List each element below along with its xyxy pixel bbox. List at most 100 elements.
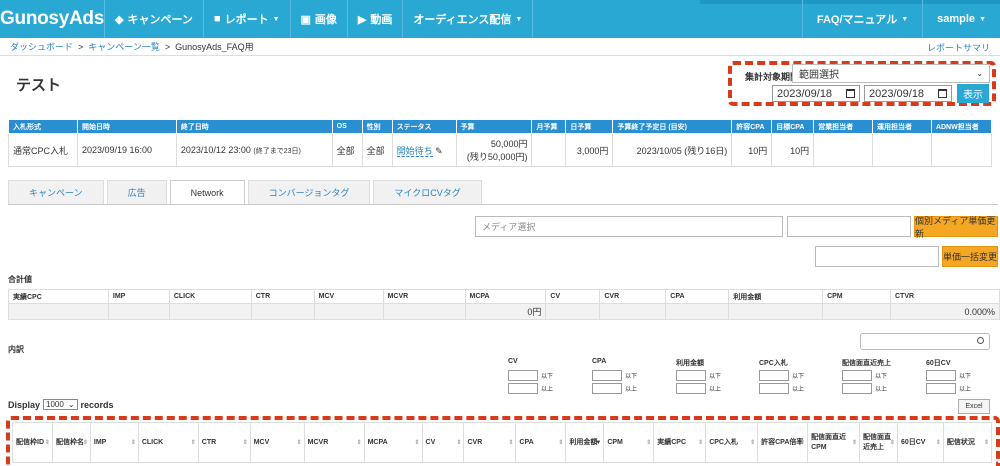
sortable-column-header[interactable]: CVR ⇕	[463, 422, 517, 463]
excel-button[interactable]: Excel	[958, 399, 990, 414]
filter-60day-cv-max-input[interactable]	[926, 370, 956, 381]
sales-rep	[813, 133, 874, 167]
media-select-input[interactable]: メディア選択	[475, 216, 783, 237]
date-from-input[interactable]: 2023/09/18	[772, 85, 860, 102]
search-input[interactable]	[860, 333, 990, 350]
tab-bar: キャンペーン 広告 Network コンバージョンタグ マイクロCVタグ	[8, 180, 482, 204]
bulk-price-change-button[interactable]: 単価一括変更	[942, 246, 998, 267]
sortable-column-header[interactable]: MCV ⇕	[249, 422, 305, 463]
sort-icon: ⇕	[889, 440, 895, 446]
column-header: 性別	[361, 119, 393, 134]
nav-image[interactable]: ▣ 画像	[291, 0, 348, 38]
sortable-column-header[interactable]: 配信枠名 ⇕	[51, 422, 91, 463]
nav-video[interactable]: ▶ 動画	[348, 0, 404, 38]
filter-spend-min-input[interactable]	[676, 383, 706, 394]
sort-icon: ⇕	[130, 440, 136, 446]
filter-cpa-max-input[interactable]	[592, 370, 622, 381]
column-header: CTVR	[890, 289, 1000, 304]
column-header: CLICK	[168, 289, 252, 304]
campaign-info-table: 入札形式 開始日時 終了日時 OS 性別 ステータス 予算 月予算 日予算 予算…	[8, 119, 993, 167]
ops-rep	[872, 133, 932, 167]
sortable-column-header[interactable]: 60日CV ⇕	[896, 422, 944, 463]
nav-user[interactable]: sample ▼	[922, 0, 1000, 38]
total-cell	[168, 303, 252, 320]
breadcrumb-separator: >	[78, 41, 84, 52]
sortable-column-header[interactable]: CLICK ⇕	[137, 422, 199, 463]
status-link[interactable]: 開始待ち	[396, 145, 433, 157]
total-cell	[107, 303, 170, 320]
filter-cv-max-input[interactable]	[508, 370, 538, 381]
nav-faq[interactable]: FAQ/マニュアル ▼	[801, 0, 922, 38]
column-header: MCV	[313, 289, 384, 304]
caret-down-icon: ▼	[901, 15, 909, 23]
sort-icon: ▼	[595, 440, 602, 446]
filter-cpc-bid-min-input[interactable]	[759, 383, 789, 394]
sort-icon: ⇕	[82, 440, 88, 446]
table-row: 0円 0.000%	[8, 303, 1000, 320]
nav-campaign[interactable]: ◆ キャンペーン	[105, 0, 204, 38]
filter-60day-cv-min-input[interactable]	[926, 383, 956, 394]
filter-cv: CV 以下 以上	[508, 358, 554, 394]
tab-ad[interactable]: 広告	[106, 180, 167, 204]
breadcrumb-dashboard[interactable]: ダッシュボード	[10, 40, 73, 53]
sortable-column-header[interactable]: 配信面直近CPM ⇕	[807, 422, 860, 463]
sortable-column-header[interactable]: MCVR ⇕	[303, 422, 365, 463]
total-cell	[822, 303, 891, 320]
tab-micro-cv-tag[interactable]: マイクロCVタグ	[373, 180, 482, 204]
sortable-column-header[interactable]: 利用金額 ▼	[565, 422, 605, 463]
filter-cpa: CPA 以下 以上	[592, 358, 638, 394]
sortable-column-header[interactable]: CTR ⇕	[197, 422, 251, 463]
sort-icon: ⇕	[750, 440, 756, 446]
filter-recent-sales-min-input[interactable]	[842, 383, 872, 394]
allowed-cpa: 10円	[731, 133, 773, 167]
sortable-column-header[interactable]: CPC入札 ⇕	[705, 422, 759, 463]
filter-spend-max-input[interactable]	[676, 370, 706, 381]
calendar-icon[interactable]	[938, 89, 947, 98]
sortable-column-header[interactable]: 許容CPA倍率 ⇕	[757, 422, 809, 463]
records-select[interactable]: 1000 ⌄	[43, 399, 78, 410]
unit-price-input[interactable]	[787, 216, 911, 237]
sortable-column-header[interactable]: MCPA ⇕	[363, 422, 423, 463]
nav-report[interactable]: ■ レポート ▼	[204, 0, 291, 38]
filter-recent-sales-max-input[interactable]	[842, 370, 872, 381]
period-select[interactable]: 範囲選択 ⌄	[792, 64, 990, 83]
sortable-column-header[interactable]: IMP ⇕	[89, 422, 139, 463]
sortable-column-header[interactable]: CV ⇕	[421, 422, 465, 463]
breadcrumb-campaign-list[interactable]: キャンペーン一覧	[88, 40, 160, 53]
tab-campaign[interactable]: キャンペーン	[8, 180, 104, 204]
total-cell: 0.000%	[890, 303, 1000, 320]
video-icon: ▶	[357, 13, 367, 26]
tab-conversion-tag[interactable]: コンバージョンタグ	[247, 180, 371, 204]
column-header: 予算終了予定日 (目安)	[612, 119, 733, 134]
show-button[interactable]: 表示	[957, 84, 989, 103]
logo[interactable]: GunosyAds	[0, 0, 105, 38]
column-header: 目標CPA	[771, 119, 815, 134]
sort-icon: ⇕	[646, 440, 652, 446]
breadcrumb-separator: >	[164, 41, 171, 52]
date-to-input[interactable]: 2023/09/18	[864, 85, 952, 102]
chart-icon: ■	[213, 13, 221, 25]
pencil-icon[interactable]: ✎	[435, 146, 443, 156]
sortable-column-header[interactable]: 配信状況 ⇕	[942, 422, 993, 463]
sortable-column-header[interactable]: CPA ⇕	[515, 422, 567, 463]
filter-cpc-bid: CPC入札 以下 以上	[759, 360, 805, 394]
sortable-column-header[interactable]: CPM ⇕	[603, 422, 655, 463]
filter-cpc-bid-max-input[interactable]	[759, 370, 789, 381]
column-header: MCVR	[382, 289, 466, 304]
bulk-price-input[interactable]	[815, 246, 939, 267]
filter-cv-min-input[interactable]	[508, 383, 538, 394]
column-header: 運用担当者	[872, 119, 932, 134]
tab-network[interactable]: Network	[169, 180, 245, 204]
calendar-icon[interactable]	[846, 89, 855, 98]
sortable-column-header[interactable]: 実績CPC ⇕	[653, 422, 707, 463]
sort-icon: ⇕	[698, 440, 704, 446]
sortable-column-header[interactable]: 配信枠ID ⇕	[12, 422, 53, 463]
media-price-update-button[interactable]: 個別メディア単価更新	[914, 216, 998, 239]
column-header: MCPA	[464, 289, 547, 304]
chevron-down-icon: ⌄	[67, 400, 75, 409]
filter-cpa-min-input[interactable]	[592, 383, 622, 394]
nav-audience[interactable]: オーディエンス配信 ▼	[403, 0, 534, 38]
sortable-column-header[interactable]: 配信面直近売上 ⇕	[859, 422, 898, 463]
report-summary-link[interactable]: レポートサマリ	[927, 41, 990, 54]
column-header: 営業担当者	[813, 119, 874, 134]
